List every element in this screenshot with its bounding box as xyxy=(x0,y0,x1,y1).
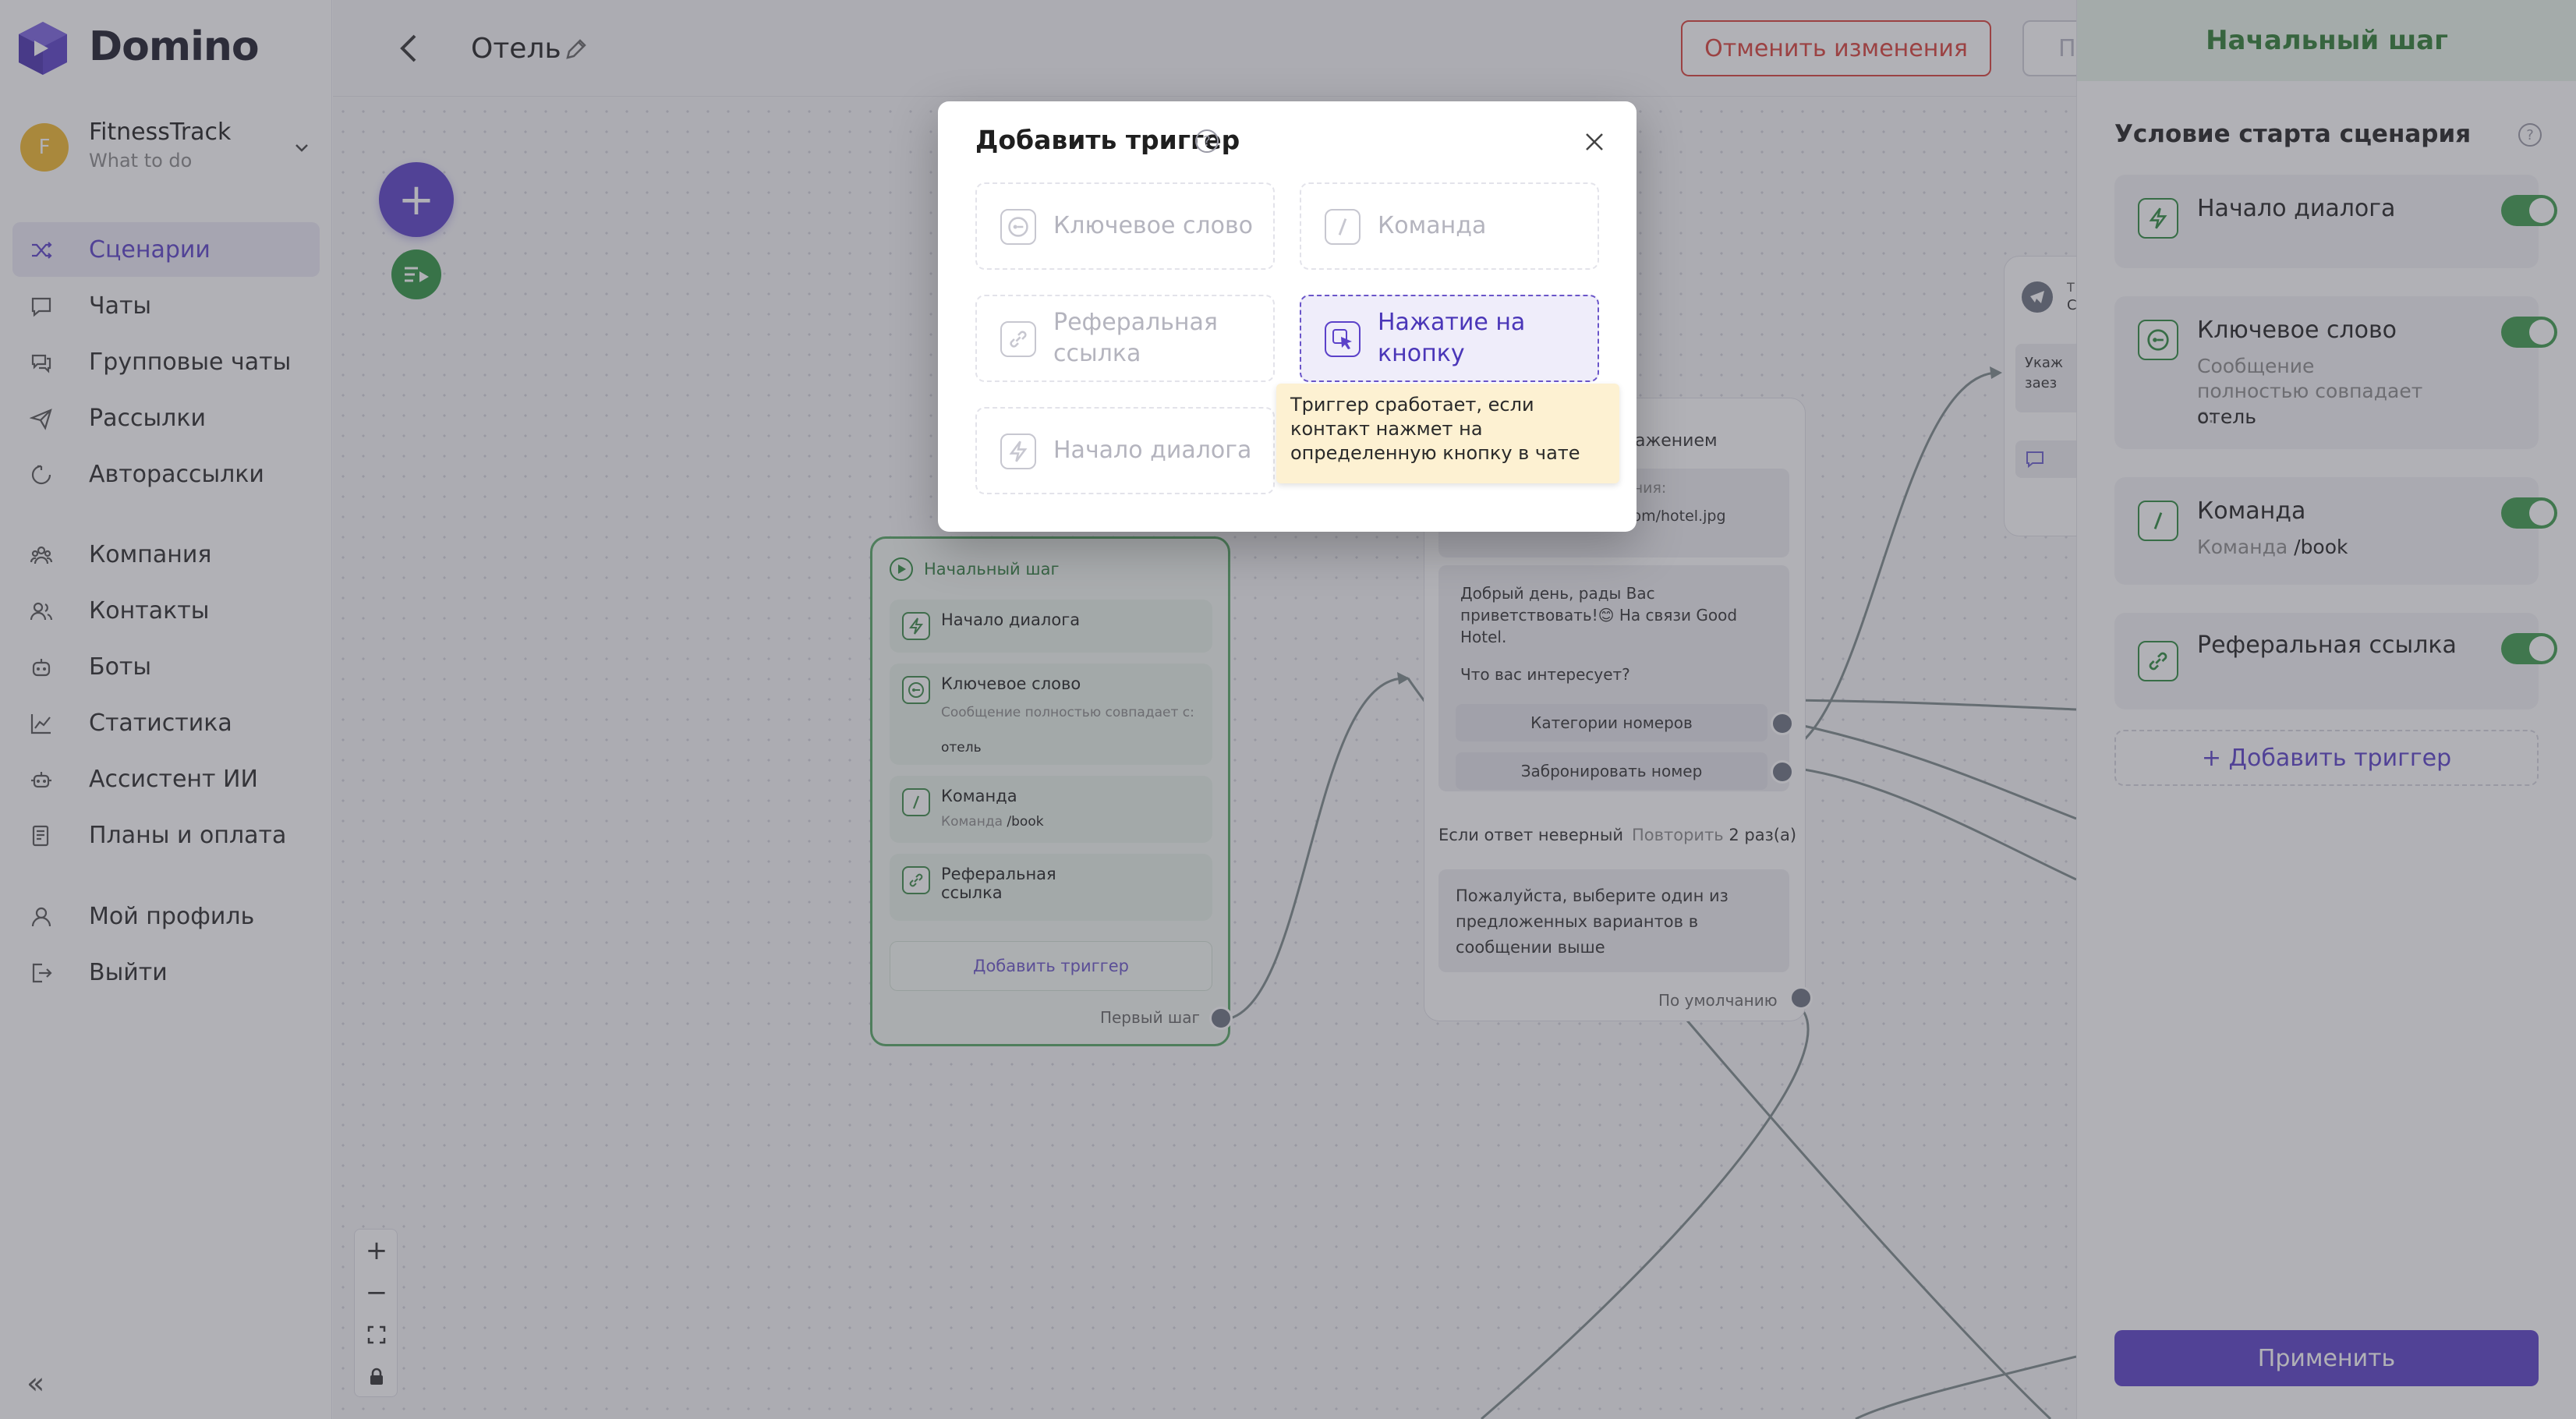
close-icon[interactable] xyxy=(1577,125,1612,159)
trigger-option-label: Начало диалога xyxy=(1053,437,1252,464)
link-icon xyxy=(1000,321,1036,357)
lightning-icon xyxy=(1000,433,1036,469)
trigger-tooltip: Триггер сработает, если контакт нажмет н… xyxy=(1276,384,1619,483)
add-trigger-modal: Добавить триггер ? Ключевое слово Команд… xyxy=(938,101,1637,532)
key-chat-icon xyxy=(1000,209,1036,245)
help-icon[interactable]: ? xyxy=(1195,129,1219,153)
trigger-option-keyword[interactable]: Ключевое слово xyxy=(975,182,1275,270)
modal-backdrop-panel[interactable] xyxy=(2076,0,2576,1419)
cursor-click-icon xyxy=(1325,321,1361,357)
trigger-option-label: Реферальная ссылка xyxy=(1053,309,1218,367)
trigger-option-dialog-start[interactable]: Начало диалога xyxy=(975,407,1275,494)
trigger-option-button-click[interactable]: Нажатие на кнопку xyxy=(1300,295,1599,382)
trigger-option-referral[interactable]: Реферальная ссылка xyxy=(975,295,1275,382)
slash-icon xyxy=(1325,209,1361,245)
trigger-option-label: Нажатие на кнопку xyxy=(1378,309,1526,367)
trigger-option-command[interactable]: Команда xyxy=(1300,182,1599,270)
trigger-option-label: Ключевое слово xyxy=(1053,212,1253,239)
trigger-option-label: Команда xyxy=(1378,212,1487,239)
